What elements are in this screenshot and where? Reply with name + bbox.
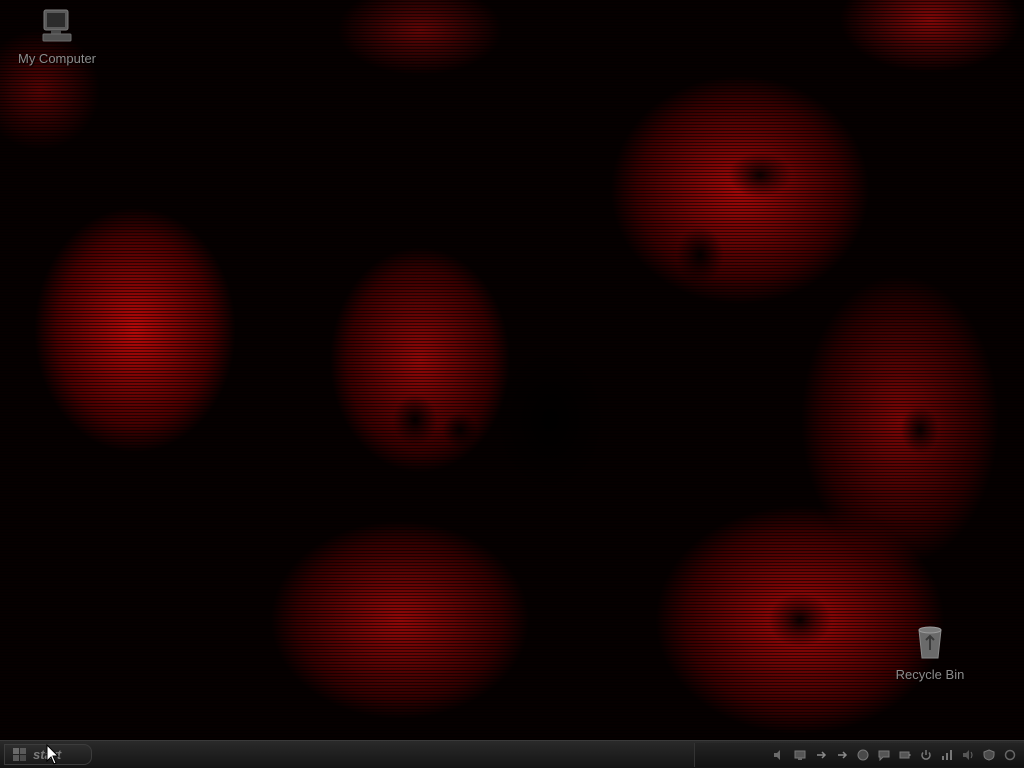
my-computer-icon: [37, 6, 77, 46]
desktop-wallpaper: [0, 0, 1024, 740]
windows-logo-icon: [13, 747, 27, 762]
update-icon[interactable]: [1004, 749, 1016, 761]
chat-icon[interactable]: [878, 749, 890, 761]
desktop[interactable]: My Computer Recycle Bin: [0, 0, 1024, 740]
speaker-icon[interactable]: [962, 749, 974, 761]
desktop-icon-label: Recycle Bin: [895, 667, 965, 682]
desktop-icon-label: My Computer: [17, 51, 97, 66]
start-button[interactable]: start: [4, 744, 92, 765]
network-icon[interactable]: [941, 749, 953, 761]
shield-icon[interactable]: [983, 749, 995, 761]
system-tray: [694, 743, 1024, 767]
desktop-icon-recycle-bin[interactable]: Recycle Bin: [875, 622, 985, 684]
start-label: start: [33, 747, 62, 762]
volume-icon[interactable]: [773, 749, 785, 761]
recycle-bin-icon: [910, 622, 950, 662]
antivirus-icon[interactable]: [857, 749, 869, 761]
power-icon[interactable]: [920, 749, 932, 761]
taskbar: start: [0, 740, 1024, 768]
arrow-icon[interactable]: [836, 749, 848, 761]
desktop-icon-my-computer[interactable]: My Computer: [2, 6, 112, 68]
arrow-icon[interactable]: [815, 749, 827, 761]
battery-icon[interactable]: [899, 749, 911, 761]
network-icon[interactable]: [794, 749, 806, 761]
